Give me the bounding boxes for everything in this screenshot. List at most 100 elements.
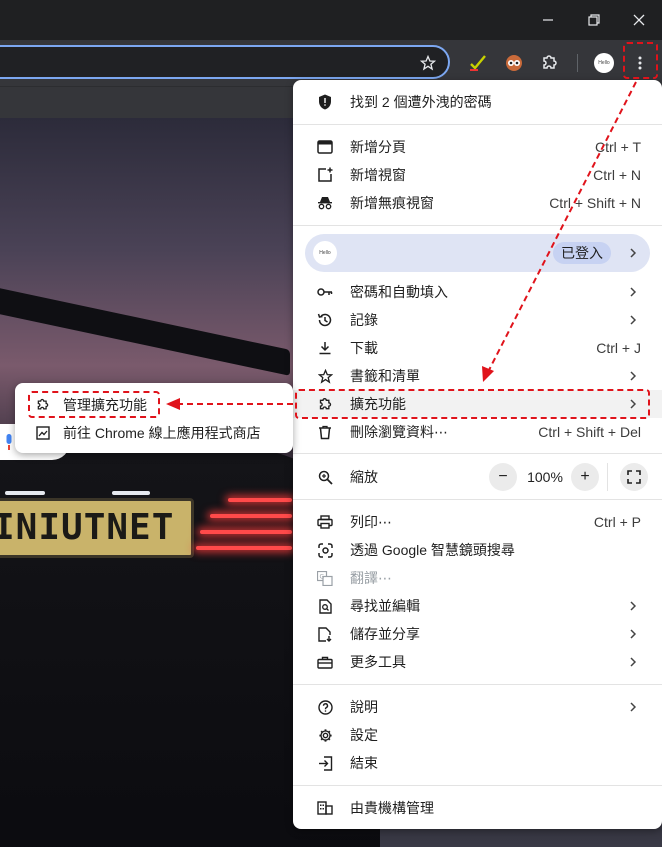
- shortcut-label: Ctrl + J: [596, 340, 641, 356]
- menu-item-more-tools[interactable]: 更多工具: [293, 648, 662, 676]
- menu-item-new-tab[interactable]: 新增分頁 Ctrl + T: [293, 133, 662, 161]
- chevron-right-icon: [628, 702, 638, 712]
- chevron-right-icon: [628, 399, 638, 409]
- car-spoiler: [0, 286, 290, 376]
- chevron-right-icon: [628, 601, 638, 611]
- menu-separator: [293, 499, 662, 500]
- zoom-out-button[interactable]: −: [489, 463, 517, 491]
- puzzle-icon: [543, 55, 557, 69]
- address-bar[interactable]: [0, 45, 450, 79]
- restore-button[interactable]: [571, 0, 617, 40]
- shortcut-label: Ctrl + T: [594, 139, 641, 155]
- menu-item-label: 儲存並分享: [350, 626, 420, 642]
- submenu-item-manage-extensions[interactable]: 管理擴充功能: [15, 391, 293, 419]
- license-plate-text: INIUTNET: [0, 507, 175, 548]
- puzzle-icon: [35, 397, 51, 413]
- printer-icon: [317, 514, 333, 530]
- menu-item-label: 找到 2 個遭外洩的密碼: [350, 94, 492, 110]
- menu-item-label: 結束: [350, 755, 378, 771]
- minimize-button[interactable]: [525, 0, 571, 40]
- menu-item-label: 設定: [350, 727, 378, 743]
- car-light: [5, 491, 45, 495]
- menu-item-bookmarks-lists[interactable]: 書籤和清單: [293, 362, 662, 390]
- find-page-icon: [317, 598, 333, 614]
- chrome-menu: 找到 2 個遭外洩的密碼 新增分頁 Ctrl + T 新增視窗 Ctrl + N…: [293, 80, 662, 829]
- restore-icon: [588, 14, 600, 26]
- menu-item-label: 說明: [350, 699, 378, 715]
- menu-item-label: 下載: [350, 340, 378, 356]
- profile-button[interactable]: Hello: [590, 49, 618, 77]
- title-bar: [0, 0, 662, 40]
- menu-item-label: 記錄: [350, 312, 378, 328]
- chrome-menu-button[interactable]: [626, 49, 654, 77]
- menu-item-save-share[interactable]: 儲存並分享: [293, 620, 662, 648]
- menu-item-new-window[interactable]: 新增視窗 Ctrl + N: [293, 161, 662, 189]
- extension-checkmark-button[interactable]: [464, 49, 492, 77]
- menu-item-label: 刪除瀏覽資料⋯: [350, 424, 448, 440]
- menu-item-find-edit[interactable]: 尋找並編輯: [293, 592, 662, 620]
- avatar: Hello: [594, 53, 614, 73]
- shortcut-label: Ctrl + Shift + N: [549, 195, 641, 211]
- extensions-submenu: 管理擴充功能 前往 Chrome 線上應用程式商店: [15, 383, 293, 453]
- menu-item-help[interactable]: 說明: [293, 693, 662, 721]
- translate-icon: G: [317, 570, 333, 586]
- bookmark-star-button[interactable]: [414, 49, 442, 77]
- toolbar-divider: [577, 54, 578, 72]
- menu-item-clear-browsing-data[interactable]: 刪除瀏覽資料⋯ Ctrl + Shift + Del: [293, 418, 662, 446]
- gear-icon: [317, 727, 333, 743]
- tail-light: [200, 530, 292, 534]
- menu-item-label: 列印⋯: [350, 514, 392, 530]
- submenu-item-label: 前往 Chrome 線上應用程式商店: [63, 425, 261, 441]
- tail-light: [228, 498, 292, 502]
- profile-row[interactable]: Hello 已登入: [305, 234, 650, 272]
- incognito-icon: [317, 195, 333, 211]
- extensions-button[interactable]: [536, 49, 564, 77]
- chevron-right-icon: [628, 315, 638, 325]
- menu-separator: [293, 785, 662, 786]
- menu-item-exit[interactable]: 結束: [293, 749, 662, 777]
- car-light: [112, 491, 150, 495]
- menu-separator: [293, 453, 662, 454]
- new-tab-icon: [317, 139, 333, 155]
- menu-item-extensions[interactable]: 擴充功能: [293, 390, 662, 418]
- chevron-right-icon: [628, 629, 638, 639]
- fullscreen-button[interactable]: [620, 463, 648, 491]
- menu-item-passwords-autofill[interactable]: 密碼和自動填入: [293, 278, 662, 306]
- menu-item-history[interactable]: 記錄: [293, 306, 662, 334]
- menu-separator: [293, 684, 662, 685]
- menu-item-label: 透過 Google 智慧鏡頭搜尋: [350, 542, 515, 558]
- license-plate: INIUTNET: [0, 498, 194, 558]
- menu-item-print[interactable]: 列印⋯ Ctrl + P: [293, 508, 662, 536]
- zoom-icon: [317, 469, 333, 485]
- zoom-in-button[interactable]: +: [571, 463, 599, 491]
- profile-avatar: Hello: [313, 241, 337, 265]
- menu-item-downloads[interactable]: 下載 Ctrl + J: [293, 334, 662, 362]
- owl-extension-icon: [506, 55, 522, 71]
- star-icon: [317, 368, 333, 384]
- zoom-divider: [607, 463, 608, 491]
- menu-item-settings[interactable]: 設定: [293, 721, 662, 749]
- menu-item-translate: G 翻譯⋯: [293, 564, 662, 592]
- close-window-button[interactable]: [616, 0, 662, 40]
- extension-owl-button[interactable]: [500, 49, 528, 77]
- new-window-icon: [317, 167, 333, 183]
- menu-item-google-lens[interactable]: 透過 Google 智慧鏡頭搜尋: [293, 536, 662, 564]
- signed-in-badge: 已登入: [553, 242, 611, 264]
- menu-item-label: 新增視窗: [350, 167, 406, 183]
- puzzle-icon: [317, 396, 333, 412]
- menu-item-label: 密碼和自動填入: [350, 284, 448, 300]
- submenu-item-web-store[interactable]: 前往 Chrome 線上應用程式商店: [15, 419, 293, 447]
- menu-item-label: 書籤和清單: [350, 368, 420, 384]
- chevron-right-icon: [630, 248, 637, 258]
- save-share-icon: [317, 626, 333, 642]
- shortcut-label: Ctrl + P: [593, 514, 641, 530]
- chevron-right-icon: [628, 287, 638, 297]
- menu-item-new-incognito[interactable]: 新增無痕視窗 Ctrl + Shift + N: [293, 189, 662, 217]
- submenu-item-label: 管理擴充功能: [63, 397, 147, 413]
- google-lens-icon: [317, 542, 333, 558]
- tail-light: [196, 546, 292, 550]
- menu-item-password-alert[interactable]: 找到 2 個遭外洩的密碼: [293, 88, 662, 116]
- download-icon: [317, 340, 333, 356]
- menu-item-managed[interactable]: 由貴機構管理: [293, 794, 662, 822]
- menu-item-label: 更多工具: [350, 654, 406, 670]
